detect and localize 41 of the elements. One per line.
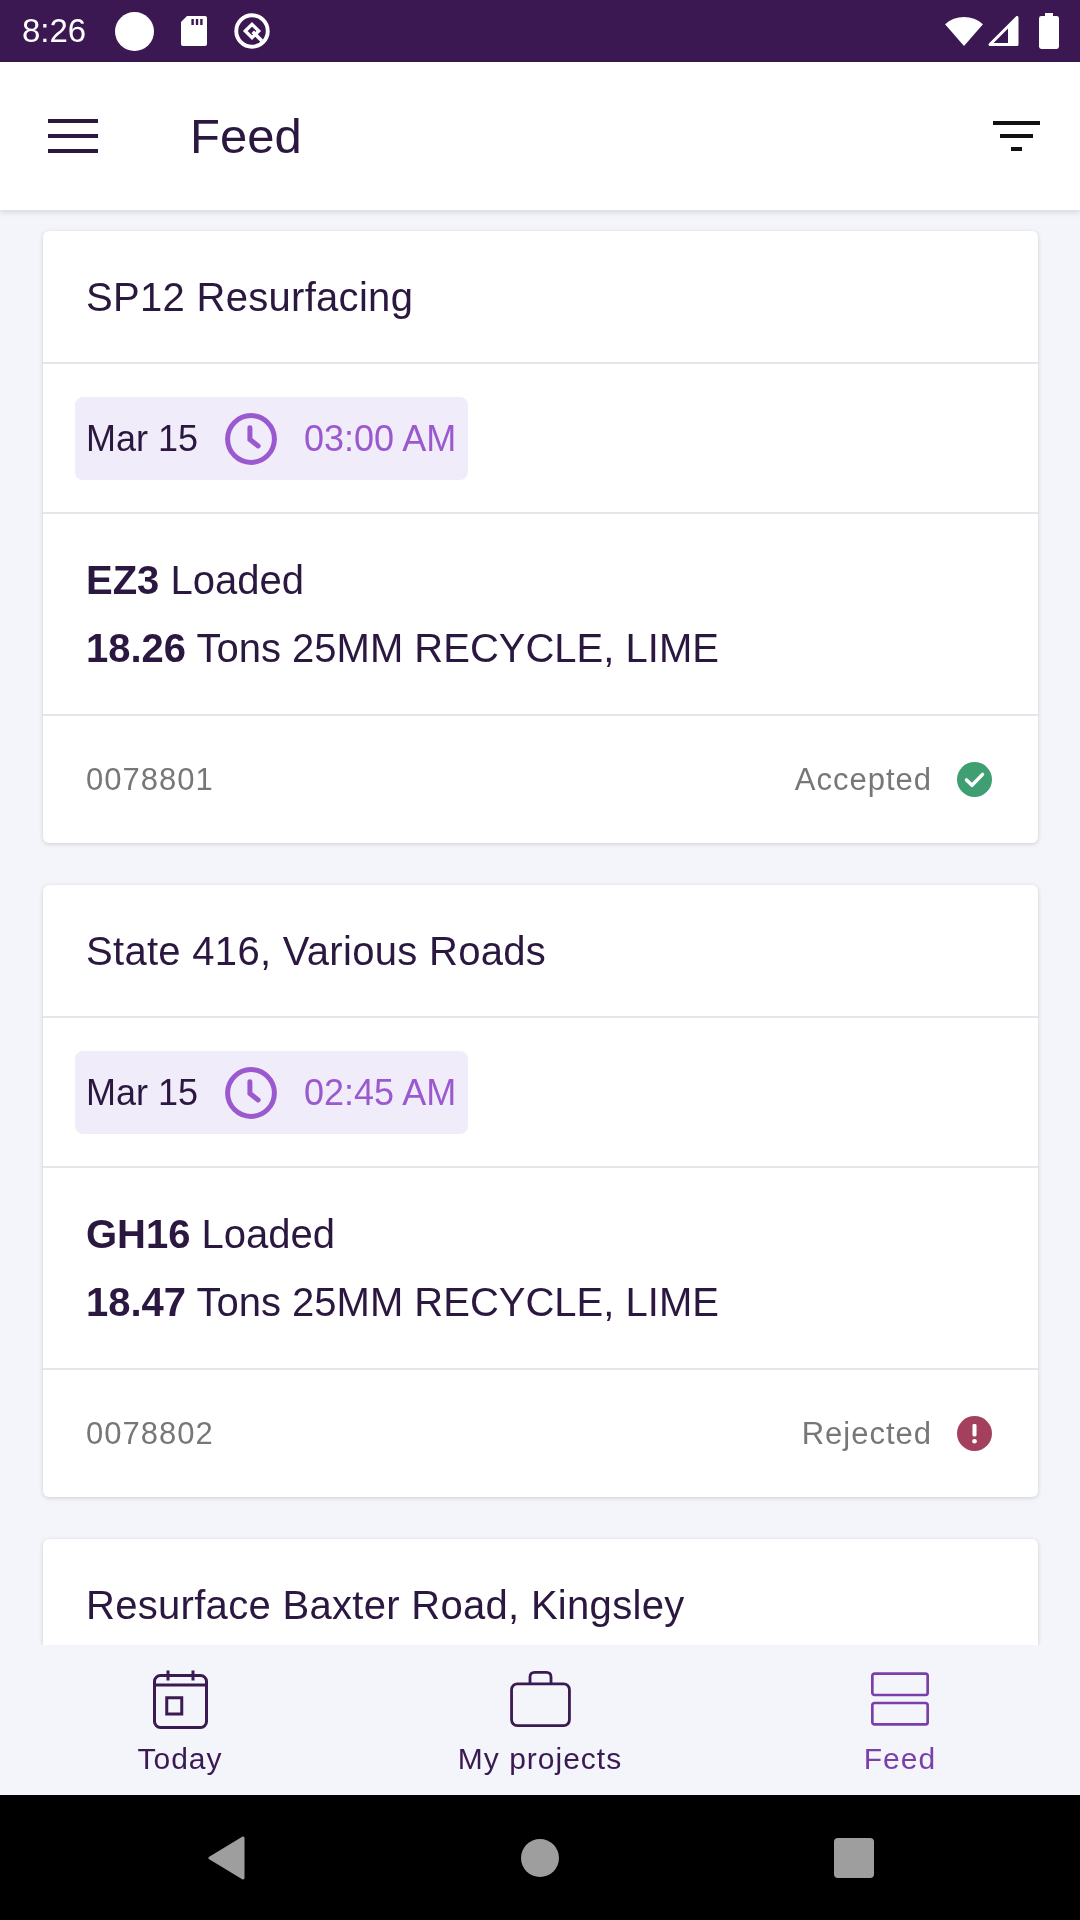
feed-card[interactable]: Resurface Baxter Road, Kingsley [43,1539,1038,1645]
project-title: Resurface Baxter Road, Kingsley [86,1581,685,1629]
status-label: Accepted [794,760,932,799]
signal-icon [988,16,1019,46]
home-icon[interactable] [520,1838,559,1877]
time-label: 02:45 AM [304,1070,457,1115]
wifi-icon [945,16,983,46]
date-label: Mar 15 [86,416,199,461]
status-label: Rejected [801,1414,932,1453]
menu-icon[interactable] [48,119,98,153]
quantity-line: 18.26 Tons 25MM RECYCLE, LIME [86,625,719,672]
time-label: 03:00 AM [304,416,457,461]
ticket-number: 0078802 [86,1414,214,1453]
project-title: SP12 Resurfacing [86,273,414,321]
ticket-number: 0078801 [86,760,214,799]
clock-icon [225,412,278,465]
date-label: Mar 15 [86,1070,199,1115]
screen-title: Feed [190,108,303,165]
back-icon[interactable] [206,1835,246,1880]
sd-card-icon [181,16,208,46]
nav-tab[interactable]: Today [131,1669,229,1777]
clock-icon [225,1066,278,1119]
filter-icon[interactable] [993,121,1040,151]
load-line: EZ3 Loaded [86,557,304,604]
status-time: 8:26 [22,11,87,51]
ring-icon [234,13,271,49]
square-icon[interactable] [833,1837,874,1878]
quantity-line: 18.47 Tons 25MM RECYCLE, LIME [86,1279,719,1326]
check-circle-icon [957,762,992,797]
feed-card[interactable]: State 416, Various Roads Mar 15 02:45 AM GH16 Loaded 18.47 Tons 25MM RECYCLE, LIME 0078802 Rejected [43,885,1038,1497]
nav-tab[interactable]: My projects [451,1669,629,1777]
feed-card[interactable]: SP12 Resurfacing Mar 15 03:00 AM EZ3 Loaded 18.26 Tons 25MM RECYCLE, LIME 0078801 Accepted [43,231,1038,843]
project-title: State 416, Various Roads [86,927,547,975]
dot-icon [115,11,155,51]
calendar-icon [152,1669,208,1729]
briefcase-icon [509,1671,571,1727]
load-line: GH16 Loaded [86,1211,336,1258]
battery-icon [1039,13,1059,49]
alert-icon [957,1416,992,1451]
rows-icon [871,1672,929,1726]
nav-tab[interactable]: Feed [857,1669,943,1777]
